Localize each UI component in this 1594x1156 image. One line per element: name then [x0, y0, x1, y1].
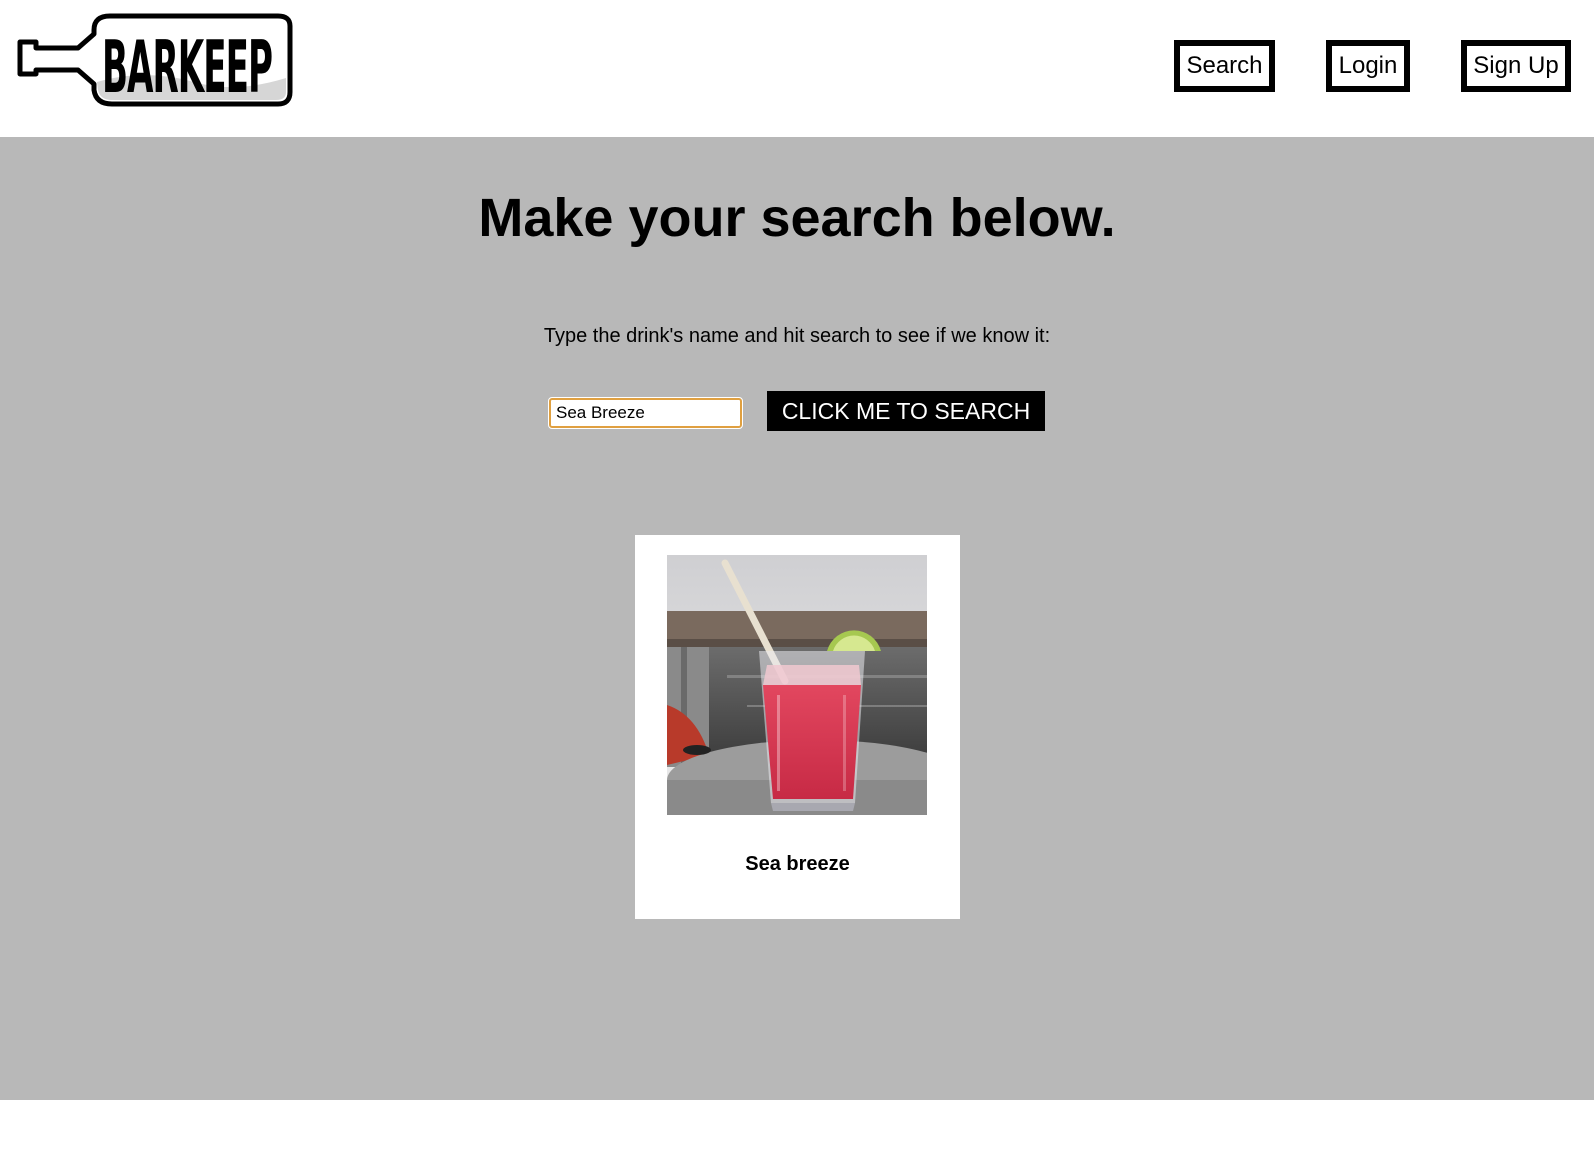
search-submit-button[interactable]: CLICK ME TO SEARCH	[767, 391, 1045, 431]
drink-name: Sea breeze	[745, 853, 850, 875]
drink-search-input[interactable]	[548, 397, 743, 429]
drink-photo	[667, 555, 927, 815]
bottle-logo-icon: BARKEEP	[17, 13, 293, 109]
nav-signup-button[interactable]: Sign Up	[1461, 40, 1571, 92]
drink-result-card[interactable]: Sea breeze	[635, 535, 960, 919]
page-title: Make your search below.	[478, 188, 1116, 248]
search-section: Make your search below. Type the drink's…	[0, 137, 1594, 1100]
nav-login-button[interactable]: Login	[1326, 40, 1410, 92]
nav-search-button[interactable]: Search	[1174, 40, 1275, 92]
cocktail-glass-image	[667, 555, 927, 815]
logo-text: BARKEEP	[102, 25, 272, 109]
site-header: BARKEEP Search Login Sign Up	[0, 0, 1594, 137]
barkeep-logo[interactable]: BARKEEP	[14, 12, 296, 112]
search-instructions: Type the drink's name and hit search to …	[543, 325, 1051, 347]
